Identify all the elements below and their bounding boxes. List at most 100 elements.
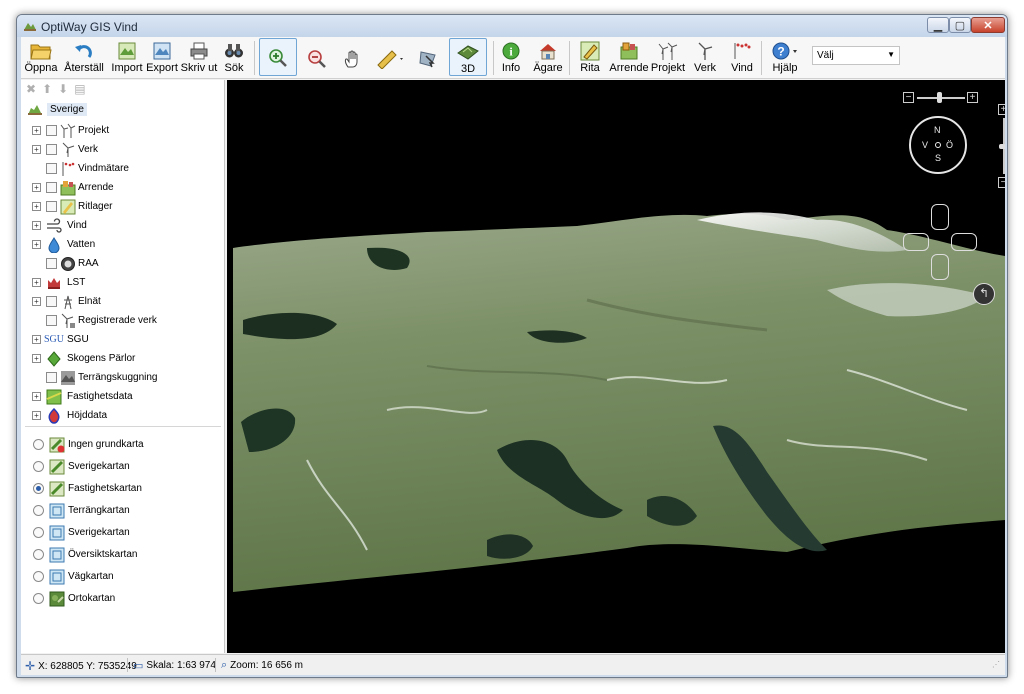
layer-checkbox[interactable] xyxy=(46,163,57,174)
expand-icon[interactable]: + xyxy=(32,126,41,135)
properties-icon[interactable]: ▤ xyxy=(74,82,85,96)
info-button[interactable]: i Info xyxy=(499,38,523,77)
zoom-slider[interactable]: − + xyxy=(903,92,993,106)
maximize-button[interactable]: ▢ xyxy=(949,17,971,33)
expand-icon[interactable]: + xyxy=(32,278,41,287)
layer-checkbox[interactable] xyxy=(46,296,57,307)
basemap-option-oversiktskartan[interactable]: Översiktskartan xyxy=(21,544,225,565)
expand-icon[interactable]: + xyxy=(32,221,41,230)
move-up-icon[interactable]: ⬆ xyxy=(42,82,52,96)
tree-item-vindmatare[interactable]: Vindmätare xyxy=(21,159,225,178)
basemap-radio[interactable] xyxy=(33,571,44,582)
zoom-out-icon[interactable]: − xyxy=(903,92,914,103)
open-button[interactable]: Öppna xyxy=(24,38,58,77)
tree-item-skogens-parlor[interactable]: + Skogens Pärlor xyxy=(21,349,225,368)
basemap-radio-selected[interactable] xyxy=(33,483,44,494)
select-tool-button[interactable] xyxy=(415,38,441,77)
measure-button[interactable] xyxy=(373,38,409,77)
tree-item-lst[interactable]: + LST xyxy=(21,273,225,292)
basemap-radio[interactable] xyxy=(33,593,44,604)
basemap-option-ortokartan[interactable]: Ortokartan xyxy=(21,588,225,609)
tree-item-verk[interactable]: + Verk xyxy=(21,140,225,159)
tree-root[interactable]: Sverige xyxy=(27,101,87,118)
tree-item-vind[interactable]: + Vind xyxy=(21,216,225,235)
expand-icon[interactable]: + xyxy=(32,335,41,344)
print-button[interactable]: Skriv ut xyxy=(181,38,217,77)
expand-icon[interactable]: + xyxy=(32,183,41,192)
basemap-radio[interactable] xyxy=(33,527,44,538)
zoom-slider-thumb[interactable] xyxy=(937,92,942,103)
tree-item-arrende[interactable]: + Arrende xyxy=(21,178,225,197)
turbine-button[interactable]: Verk xyxy=(693,38,717,77)
zoom-in-icon[interactable]: + xyxy=(967,92,978,103)
project-button[interactable]: Projekt xyxy=(649,38,687,77)
basemap-radio[interactable] xyxy=(33,461,44,472)
help-button[interactable]: ? Hjälp xyxy=(765,38,805,77)
map-3d-view[interactable]: − + N V Ö S + − xyxy=(227,80,1005,653)
pan-up-button[interactable] xyxy=(931,204,949,230)
wind-button[interactable]: Vind xyxy=(729,38,755,77)
owner-button[interactable]: Ägare xyxy=(533,38,563,77)
tree-item-fastighetsdata[interactable]: + Fastighetsdata xyxy=(21,387,225,406)
lease-button[interactable]: Arrende xyxy=(609,38,649,77)
layer-checkbox[interactable] xyxy=(46,182,57,193)
layer-checkbox[interactable] xyxy=(46,144,57,155)
basemap-option-fastighetskartan[interactable]: Fastighetskartan xyxy=(21,478,225,499)
tree-item-projekt[interactable]: + Projekt xyxy=(21,121,225,140)
minimize-button[interactable]: ▁ xyxy=(927,17,949,33)
pan-button[interactable] xyxy=(339,38,365,77)
basemap-radio[interactable] xyxy=(33,505,44,516)
navigation-pad[interactable] xyxy=(903,204,979,280)
expand-icon[interactable]: + xyxy=(32,202,41,211)
move-down-icon[interactable]: ⬇ xyxy=(58,82,68,96)
basemap-option-sverigekartan[interactable]: Sverigekartan xyxy=(21,456,225,477)
expand-icon[interactable]: + xyxy=(32,392,41,401)
remove-icon[interactable]: ✖ xyxy=(26,82,36,96)
basemap-label: Sverigekartan xyxy=(68,461,130,472)
zoom-out-button[interactable] xyxy=(304,38,330,77)
basemap-radio[interactable] xyxy=(33,439,44,450)
tree-item-sgu[interactable]: + SGU SGU xyxy=(21,330,225,349)
layer-checkbox[interactable] xyxy=(46,372,57,383)
compass-control[interactable]: N V Ö S xyxy=(909,116,967,174)
pan-left-button[interactable] xyxy=(903,233,929,251)
layer-checkbox[interactable] xyxy=(46,125,57,136)
expand-icon[interactable]: + xyxy=(32,145,41,154)
expand-icon[interactable]: + xyxy=(32,297,41,306)
tilt-slider[interactable]: + − xyxy=(998,104,1005,188)
zoom-in-button[interactable] xyxy=(259,38,297,76)
tilt-slider-thumb[interactable] xyxy=(999,144,1005,149)
tilt-down-icon[interactable]: − xyxy=(998,177,1005,188)
layer-checkbox[interactable] xyxy=(46,315,57,326)
tree-item-registrerade-verk[interactable]: Registrerade verk xyxy=(21,311,225,330)
search-button[interactable]: Sök xyxy=(221,38,247,77)
basemap-option-vagkartan[interactable]: Vägkartan xyxy=(21,566,225,587)
resize-grip-icon[interactable]: ⋰ xyxy=(992,661,1002,671)
view-3d-button[interactable]: 3D xyxy=(449,38,487,76)
layer-checkbox[interactable] xyxy=(46,201,57,212)
tree-item-terrangskuggning[interactable]: Terrängskuggning xyxy=(21,368,225,387)
basemap-option-sverigekartan-raster[interactable]: Sverigekartan xyxy=(21,522,225,543)
reset-button[interactable]: Återställ xyxy=(61,38,107,77)
draw-button[interactable]: Rita xyxy=(577,38,603,77)
tree-item-hojddata[interactable]: + Höjddata xyxy=(21,406,225,425)
basemap-option-terrangkartan[interactable]: Terrängkartan xyxy=(21,500,225,521)
tree-item-vatten[interactable]: + Vatten xyxy=(21,235,225,254)
export-button[interactable]: Export xyxy=(145,38,179,77)
reset-view-icon[interactable]: ↰ xyxy=(973,283,995,305)
expand-icon[interactable]: + xyxy=(32,411,41,420)
basemap-option-ingen-grundkarta[interactable]: Ingen grundkarta xyxy=(21,434,225,455)
pan-down-button[interactable] xyxy=(931,254,949,280)
close-button[interactable]: ✕ xyxy=(971,17,1005,33)
expand-icon[interactable]: + xyxy=(32,354,41,363)
tree-item-ritlager[interactable]: + Ritlager xyxy=(21,197,225,216)
choose-dropdown[interactable]: Välj ▼ xyxy=(812,46,900,65)
expand-icon[interactable]: + xyxy=(32,240,41,249)
pan-right-button[interactable] xyxy=(951,233,977,251)
tilt-up-icon[interactable]: + xyxy=(998,104,1005,115)
import-button[interactable]: Import xyxy=(109,38,145,77)
basemap-radio[interactable] xyxy=(33,549,44,560)
tree-item-raa[interactable]: RAA xyxy=(21,254,225,273)
tree-item-elnat[interactable]: + Elnät xyxy=(21,292,225,311)
layer-checkbox[interactable] xyxy=(46,258,57,269)
